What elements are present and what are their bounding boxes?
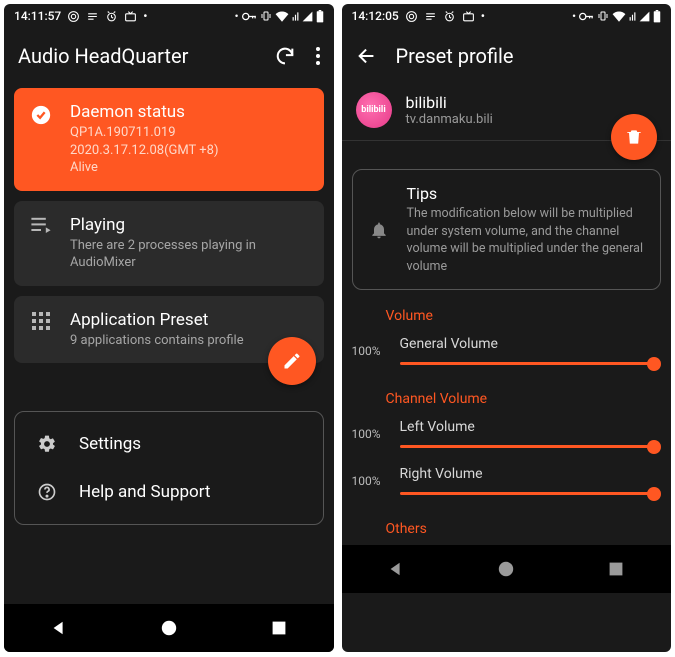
playing-sub: There are 2 processes playing in AudioMi… xyxy=(70,237,308,272)
back-icon[interactable] xyxy=(356,45,378,67)
daemon-status-card[interactable]: Daemon status QP1A.190711.019 2020.3.17.… xyxy=(14,88,324,191)
app-title: Audio HeadQuarter xyxy=(18,44,256,68)
nav-recent[interactable] xyxy=(268,617,290,639)
refresh-icon[interactable] xyxy=(274,45,296,67)
daemon-time: 2020.3.17.12.08(GMT +8) xyxy=(70,142,308,160)
left-volume-value: 100% xyxy=(352,427,388,441)
general-volume-label: General Volume xyxy=(400,336,656,352)
profile-name: bilibili xyxy=(406,93,493,112)
pencil-icon xyxy=(282,351,302,371)
app-title: Preset profile xyxy=(396,44,658,68)
profile-package: tv.danmaku.bili xyxy=(406,112,493,127)
status-bar: 14:12:05 • • xyxy=(342,4,672,28)
tv-icon xyxy=(124,10,137,23)
help-row[interactable]: Help and Support xyxy=(15,468,323,516)
nav-back[interactable] xyxy=(48,617,70,639)
edit-fab[interactable] xyxy=(268,337,316,385)
battery-icon xyxy=(316,10,324,23)
gear-icon xyxy=(37,434,57,454)
playing-title: Playing xyxy=(70,215,308,235)
signal-icon xyxy=(639,11,650,22)
general-volume-value: 100% xyxy=(352,344,388,358)
slider-thumb[interactable] xyxy=(647,440,661,454)
main-content: Daemon status QP1A.190711.019 2020.3.17.… xyxy=(4,84,334,604)
left-volume-slider[interactable] xyxy=(400,445,656,448)
alarm-icon xyxy=(105,10,118,23)
status-icon xyxy=(67,10,80,23)
vibrate-icon xyxy=(597,10,609,22)
key-icon xyxy=(579,11,594,22)
status-dot: • xyxy=(481,9,485,23)
nav-bar xyxy=(342,545,672,593)
settings-group: Settings Help and Support xyxy=(14,411,324,525)
right-volume-label: Right Volume xyxy=(400,466,656,482)
status-dot: • xyxy=(143,9,147,23)
help-label: Help and Support xyxy=(79,482,210,502)
tips-title: Tips xyxy=(407,184,645,203)
status-dot: • xyxy=(235,10,239,23)
avatar: bilibili xyxy=(356,92,392,128)
status-time: 14:12:05 xyxy=(352,9,399,23)
app-bar: Audio HeadQuarter xyxy=(4,28,334,84)
status-bar: 14:11:57 • • xyxy=(4,4,334,28)
status-icon xyxy=(405,10,418,23)
right-volume-row: 100% Right Volume xyxy=(352,462,662,509)
bell-icon xyxy=(369,220,389,240)
signal-icon xyxy=(629,11,636,22)
playlist-icon xyxy=(31,217,51,233)
wifi-icon xyxy=(275,11,289,22)
status-icon xyxy=(424,10,437,23)
more-icon[interactable] xyxy=(316,47,320,65)
preset-title: Application Preset xyxy=(70,310,308,330)
section-others: Others xyxy=(386,521,662,537)
slider-thumb[interactable] xyxy=(647,487,661,501)
status-dot: • xyxy=(572,10,576,23)
apps-grid-icon xyxy=(32,312,50,330)
status-icon xyxy=(86,10,99,23)
delete-fab[interactable] xyxy=(611,114,657,160)
phone-screen-1: 14:11:57 • • Audio HeadQuarter xyxy=(4,4,334,652)
settings-label: Settings xyxy=(79,434,141,454)
playing-card[interactable]: Playing There are 2 processes playing in… xyxy=(14,201,324,286)
nav-back[interactable] xyxy=(385,558,407,580)
status-time: 14:11:57 xyxy=(14,9,61,23)
settings-row[interactable]: Settings xyxy=(15,420,323,468)
daemon-build: QP1A.190711.019 xyxy=(70,124,308,142)
signal-icon xyxy=(292,11,299,22)
nav-bar xyxy=(4,604,334,652)
profile-header: bilibili bilibili tv.danmaku.bili xyxy=(342,84,672,140)
slider-thumb[interactable] xyxy=(647,357,661,371)
battery-icon xyxy=(653,10,661,23)
nav-recent[interactable] xyxy=(605,558,627,580)
phone-screen-2: 14:12:05 • • Preset profile bilibili bil… xyxy=(342,4,672,652)
help-icon xyxy=(37,482,57,502)
tips-card: Tips The modification below will be mult… xyxy=(352,169,662,290)
right-volume-slider[interactable] xyxy=(400,492,656,495)
left-volume-row: 100% Left Volume xyxy=(352,415,662,462)
key-icon xyxy=(242,11,257,22)
alarm-icon xyxy=(443,10,456,23)
left-volume-label: Left Volume xyxy=(400,419,656,435)
general-volume-row: 100% General Volume xyxy=(352,332,662,379)
tv-icon xyxy=(462,10,475,23)
nav-home[interactable] xyxy=(158,617,180,639)
nav-home[interactable] xyxy=(495,558,517,580)
general-volume-slider[interactable] xyxy=(400,362,656,365)
daemon-state: Alive xyxy=(70,159,308,177)
trash-icon xyxy=(624,127,644,147)
tips-body: The modification below will be multiplie… xyxy=(407,205,645,275)
check-circle-icon xyxy=(30,104,52,126)
main-content: Tips The modification below will be mult… xyxy=(342,141,672,545)
vibrate-icon xyxy=(260,10,272,22)
wifi-icon xyxy=(612,11,626,22)
daemon-title: Daemon status xyxy=(70,102,308,122)
right-volume-value: 100% xyxy=(352,474,388,488)
section-volume: Volume xyxy=(386,308,662,324)
section-channel: Channel Volume xyxy=(386,391,662,407)
signal-icon xyxy=(302,11,313,22)
app-bar: Preset profile xyxy=(342,28,672,84)
